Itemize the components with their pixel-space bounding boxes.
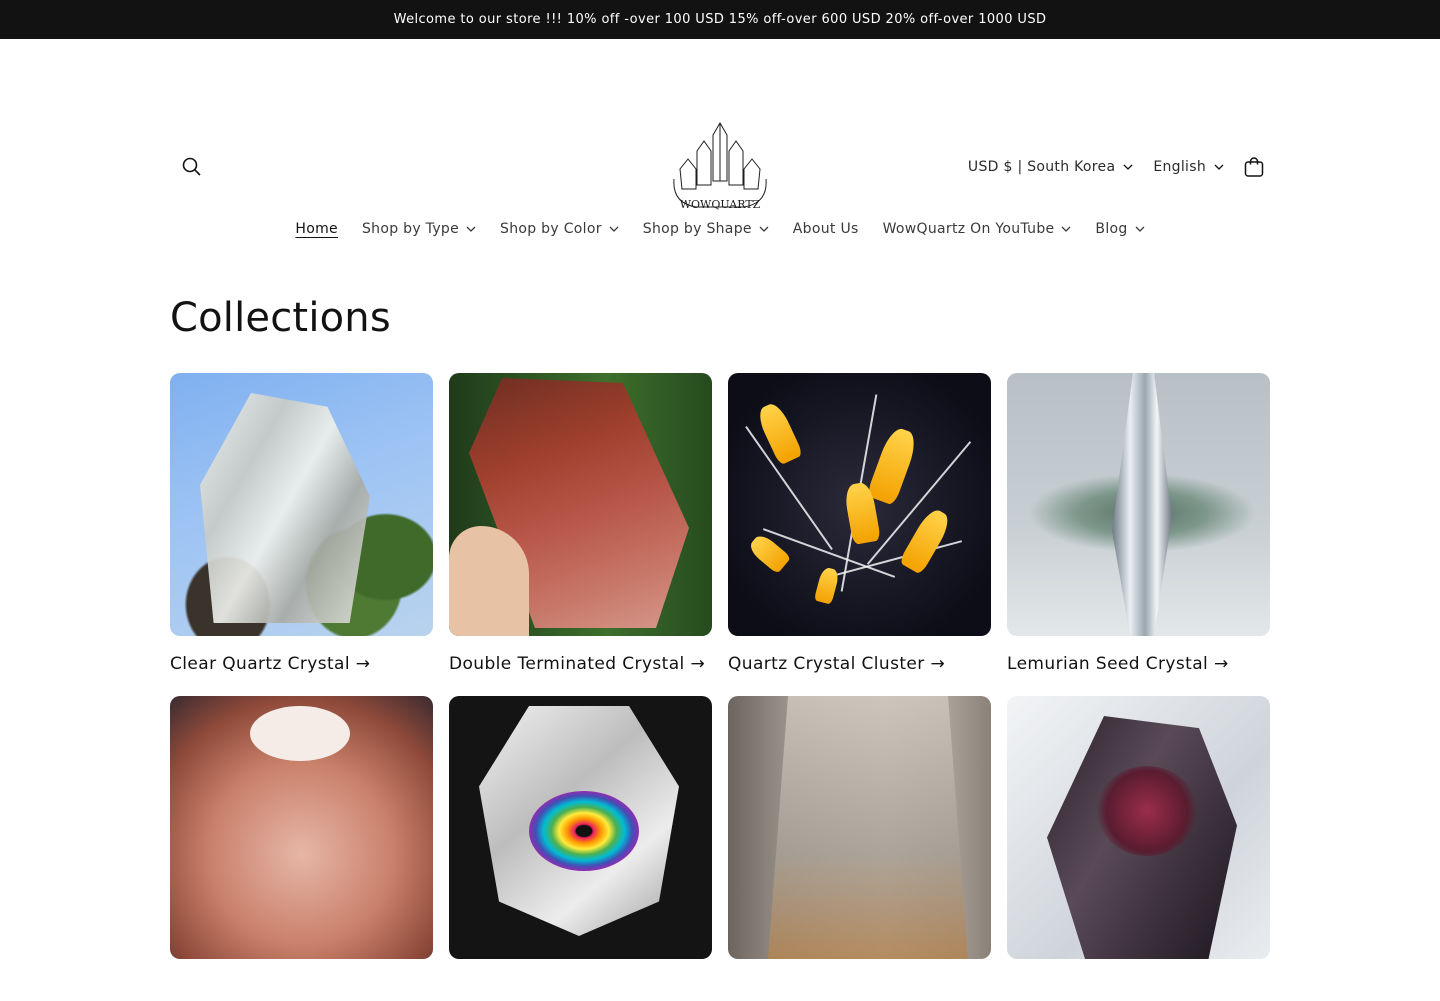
collection-card[interactable] [1007, 696, 1270, 1001]
chevron-down-icon [1061, 226, 1071, 232]
collection-title[interactable]: Lemurian Seed Crystal → [1007, 654, 1270, 678]
language-selector[interactable]: English [1153, 159, 1224, 175]
nav-label: Blog [1095, 221, 1128, 237]
site-header: WOWQUARTZ USD $ | South Korea English [0, 39, 1440, 217]
chevron-down-icon [1214, 164, 1224, 170]
collection-card-double-terminated[interactable]: Double Terminated Crystal → [449, 373, 712, 678]
main-navigation: Home Shop by Type Shop by Color Shop by … [0, 212, 1440, 246]
currency-selector[interactable]: USD $ | South Korea [968, 159, 1133, 175]
nav-item-youtube[interactable]: WowQuartz On YouTube [871, 221, 1084, 237]
collections-page: Collections Clear Quartz Crystal → Doubl… [0, 296, 1440, 1001]
currency-label: USD $ | South Korea [967, 159, 1116, 175]
header-utilities: USD $ | South Korea English [968, 151, 1266, 183]
collection-title[interactable]: Clear Quartz Crystal → [170, 654, 433, 678]
collection-card[interactable] [728, 696, 991, 1001]
nav-item-about-us[interactable]: About Us [781, 221, 871, 237]
nav-label: About Us [792, 221, 859, 237]
nav-label: Shop by Type [361, 221, 460, 237]
collection-title[interactable] [1007, 977, 1270, 1001]
chevron-down-icon [466, 226, 476, 232]
nav-label: Home [295, 221, 338, 237]
collection-title[interactable] [728, 977, 991, 1001]
collection-image[interactable] [1007, 696, 1270, 959]
collection-image[interactable] [1007, 373, 1270, 636]
search-icon [182, 157, 201, 176]
collections-grid: Clear Quartz Crystal → Double Terminated… [170, 373, 1270, 1001]
nav-item-shop-by-color[interactable]: Shop by Color [488, 221, 631, 237]
collection-card[interactable] [170, 696, 433, 1001]
collection-title[interactable] [170, 977, 433, 1001]
collection-title[interactable]: Double Terminated Crystal → [449, 654, 712, 678]
announcement-text: Welcome to our store !!! 10% off -over 1… [393, 12, 1047, 27]
collection-card-lemurian[interactable]: Lemurian Seed Crystal → [1007, 373, 1270, 678]
store-logo[interactable]: WOWQUARTZ [666, 119, 774, 213]
nav-label: WowQuartz On YouTube [882, 221, 1055, 237]
collection-image[interactable] [449, 696, 712, 959]
collection-image[interactable] [449, 373, 712, 636]
collection-card[interactable] [449, 696, 712, 1001]
page-title: Collections [170, 295, 391, 341]
chevron-down-icon [1123, 164, 1133, 170]
cart-button[interactable] [1242, 155, 1266, 179]
cart-icon [1244, 157, 1264, 177]
collection-title[interactable]: Quartz Crystal Cluster → [728, 654, 991, 678]
collection-image[interactable] [728, 696, 991, 959]
collection-card-cluster[interactable]: Quartz Crystal Cluster → [728, 373, 991, 678]
collection-card-clear-quartz[interactable]: Clear Quartz Crystal → [170, 373, 433, 678]
announcement-bar: Welcome to our store !!! 10% off -over 1… [0, 0, 1440, 39]
collection-image[interactable] [728, 373, 991, 636]
collection-image[interactable] [170, 696, 433, 959]
nav-item-shop-by-shape[interactable]: Shop by Shape [631, 221, 781, 237]
collection-image[interactable] [170, 373, 433, 636]
nav-label: Shop by Shape [642, 221, 752, 237]
nav-label: Shop by Color [500, 221, 602, 237]
nav-item-shop-by-type[interactable]: Shop by Type [350, 221, 488, 237]
nav-item-home[interactable]: Home [283, 221, 350, 237]
chevron-down-icon [759, 226, 769, 232]
nav-item-blog[interactable]: Blog [1083, 221, 1156, 237]
chevron-down-icon [609, 226, 619, 232]
language-label: English [1153, 159, 1206, 175]
collection-title[interactable] [449, 977, 712, 1001]
search-button[interactable] [180, 155, 204, 179]
chevron-down-icon [1135, 226, 1145, 232]
svg-text:WOWQUARTZ: WOWQUARTZ [680, 198, 761, 211]
